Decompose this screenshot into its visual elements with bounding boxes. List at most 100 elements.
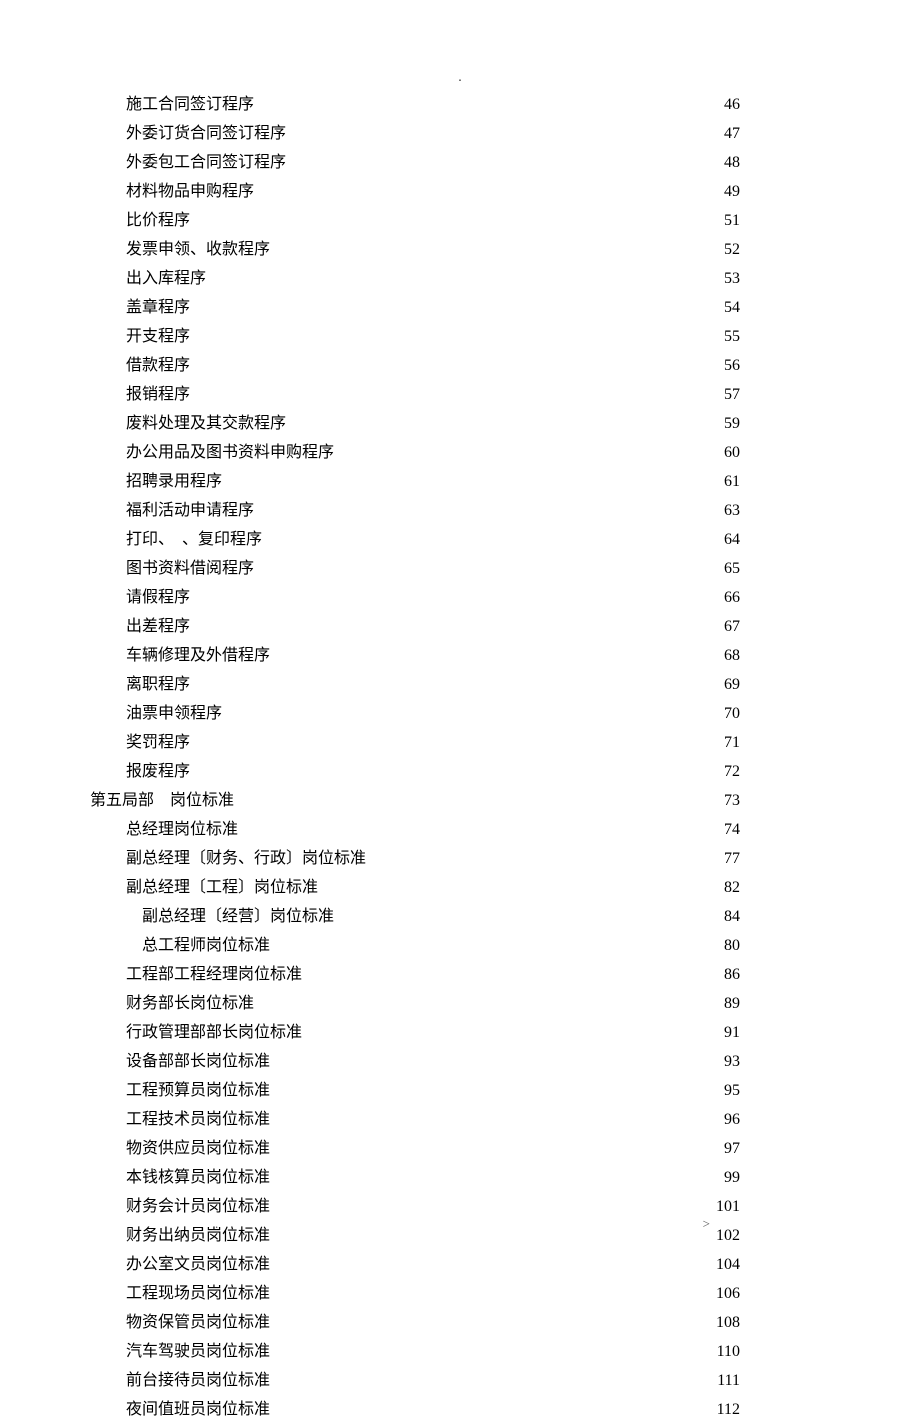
- toc-entry-label: 报销程序: [90, 380, 190, 409]
- toc-entry-label: 打印、 、复印程序: [90, 525, 262, 554]
- toc-entry-page: 112: [717, 1395, 830, 1424]
- toc-entry-page: 69: [724, 670, 830, 699]
- toc-entry-label: 比价程序: [90, 206, 190, 235]
- toc-entry-page: 60: [724, 438, 830, 467]
- toc-entry: 物资供应员岗位标准97: [90, 1134, 830, 1163]
- toc-entry: 盖章程序 54: [90, 293, 830, 322]
- toc-entry: 报废程序 72: [90, 757, 830, 786]
- footer-left-marker: .: [215, 1216, 218, 1232]
- toc-entry: 行政管理部部长岗位标准91: [90, 1018, 830, 1047]
- toc-entry: 出入库程序 53: [90, 264, 830, 293]
- toc-entry-label: 副总经理〔工程〕岗位标准: [90, 873, 318, 902]
- toc-entry-page: 55: [724, 322, 830, 351]
- toc-entry-page: 84: [724, 902, 830, 931]
- toc-entry-label: 工程预算员岗位标准: [90, 1076, 270, 1105]
- toc-entry: 办公用品及图书资料申购程序60: [90, 438, 830, 467]
- toc-entry-page: 49: [724, 177, 830, 206]
- toc-entry: 外委订货合同签订程序 47: [90, 119, 830, 148]
- toc-entry-label: 奖罚程序: [90, 728, 190, 757]
- toc-entry: 第五局部 岗位标准 73: [90, 786, 830, 815]
- toc-entry-page: 82: [724, 873, 830, 902]
- toc-entry-page: 104: [716, 1250, 830, 1279]
- toc-entry: 总工程师岗位标准 80: [90, 931, 830, 960]
- toc-entry-page: 48: [724, 148, 830, 177]
- toc-entry-label: 油票申领程序: [90, 699, 222, 728]
- toc-entry-page: 66: [724, 583, 830, 612]
- toc-entry-page: 54: [724, 293, 830, 322]
- toc-entry-page: 77: [724, 844, 830, 873]
- toc-entry-label: 第五局部 岗位标准: [90, 786, 234, 815]
- toc-entry: 总经理岗位标准 74: [90, 815, 830, 844]
- toc-entry-page: 59: [724, 409, 830, 438]
- toc-entry-label: 前台接待员岗位标准: [90, 1366, 270, 1395]
- toc-entry-label: 盖章程序: [90, 293, 190, 322]
- toc-entry-label: 招聘录用程序: [90, 467, 222, 496]
- toc-entry-label: 副总经理〔财务、行政〕岗位标准: [90, 844, 366, 873]
- toc-entry-label: 图书资料借阅程序: [90, 554, 254, 583]
- toc-entry-label: 外委订货合同签订程序: [90, 119, 286, 148]
- toc-entry: 工程预算员岗位标准 95: [90, 1076, 830, 1105]
- toc-entry-label: 材料物品申购程序: [90, 177, 254, 206]
- toc-entry-label: 借款程序: [90, 351, 190, 380]
- toc-entry-page: 108: [716, 1308, 830, 1337]
- toc-entry-label: 财务部长岗位标准: [90, 989, 254, 1018]
- toc-entry: 副总经理〔经营〕岗位标准 84: [90, 902, 830, 931]
- toc-entry-label: 物资保管员岗位标准: [90, 1308, 270, 1337]
- toc-entry: 工程现场员岗位标准106: [90, 1279, 830, 1308]
- toc-entry: 施工合同签订程序 46: [90, 90, 830, 119]
- toc-entry-label: 废料处理及其交款程序: [90, 409, 286, 438]
- toc-entry-label: 副总经理〔经营〕岗位标准: [90, 902, 334, 931]
- toc-entry: 财务部长岗位标准 89: [90, 989, 830, 1018]
- toc-entry-page: 72: [724, 757, 830, 786]
- toc-entry-label: 请假程序: [90, 583, 190, 612]
- toc-entry-page: 110: [717, 1337, 830, 1366]
- footer-right-marker: >: [703, 1216, 710, 1232]
- toc-entry-page: 67: [724, 612, 830, 641]
- toc-entry: 夜间值班员岗位标准112: [90, 1395, 830, 1424]
- toc-entry-label: 工程部工程经理岗位标准: [90, 960, 302, 989]
- toc-entry-label: 办公室文员岗位标准: [90, 1250, 270, 1279]
- toc-entry-label: 物资供应员岗位标准: [90, 1134, 270, 1163]
- toc-entry: 车辆修理及外借程序68: [90, 641, 830, 670]
- toc-entry-page: 46: [724, 90, 830, 119]
- toc-entry: 招聘录用程序61: [90, 467, 830, 496]
- toc-entry-label: 总工程师岗位标准: [90, 931, 270, 960]
- toc-entry: 前台接待员岗位标准 111: [90, 1366, 830, 1395]
- toc-entry-page: 47: [724, 119, 830, 148]
- toc-entry-page: 111: [717, 1366, 830, 1395]
- toc-entry-page: 89: [724, 989, 830, 1018]
- toc-entry: 油票申领程序70: [90, 699, 830, 728]
- toc-entry-page: 74: [724, 815, 830, 844]
- toc-entry: 办公室文员岗位标准 104: [90, 1250, 830, 1279]
- toc-entry: 材料物品申购程序 49: [90, 177, 830, 206]
- toc-entry-label: 报废程序: [90, 757, 190, 786]
- toc-entry: 比价程序51: [90, 206, 830, 235]
- toc-entry-page: 95: [724, 1076, 830, 1105]
- toc-entry-label: 施工合同签订程序: [90, 90, 254, 119]
- toc-entry-label: 离职程序: [90, 670, 190, 699]
- toc-entry-page: 80: [724, 931, 830, 960]
- toc-entry: 出差程序67: [90, 612, 830, 641]
- toc-entry-page: 73: [724, 786, 830, 815]
- toc-entry-label: 总经理岗位标准: [90, 815, 238, 844]
- toc-entry-label: 设备部部长岗位标准: [90, 1047, 270, 1076]
- toc-entry-page: 86: [724, 960, 830, 989]
- toc-entry-page: 93: [724, 1047, 830, 1076]
- toc-entry-page: 68: [724, 641, 830, 670]
- toc-entry: 废料处理及其交款程序 59: [90, 409, 830, 438]
- toc-entry-label: 出入库程序: [90, 264, 206, 293]
- toc-entry: 奖罚程序71: [90, 728, 830, 757]
- toc-entry-page: 53: [724, 264, 830, 293]
- toc-entry-label: 开支程序: [90, 322, 190, 351]
- toc-entry-label: 工程现场员岗位标准: [90, 1279, 270, 1308]
- page-top-marker: .: [458, 70, 462, 86]
- toc-entry-page: 56: [724, 351, 830, 380]
- toc-entry: 物资保管员岗位标准 108: [90, 1308, 830, 1337]
- toc-entry: 副总经理〔财务、行政〕岗位标准 77: [90, 844, 830, 873]
- toc-entry-label: 工程技术员岗位标准: [90, 1105, 270, 1134]
- toc-entry: 报销程序57: [90, 380, 830, 409]
- toc-entry: 离职程序 69: [90, 670, 830, 699]
- toc-entry-page: 63: [724, 496, 830, 525]
- toc-entry: 请假程序 66: [90, 583, 830, 612]
- toc-entry: 发票申领、收款程序52: [90, 235, 830, 264]
